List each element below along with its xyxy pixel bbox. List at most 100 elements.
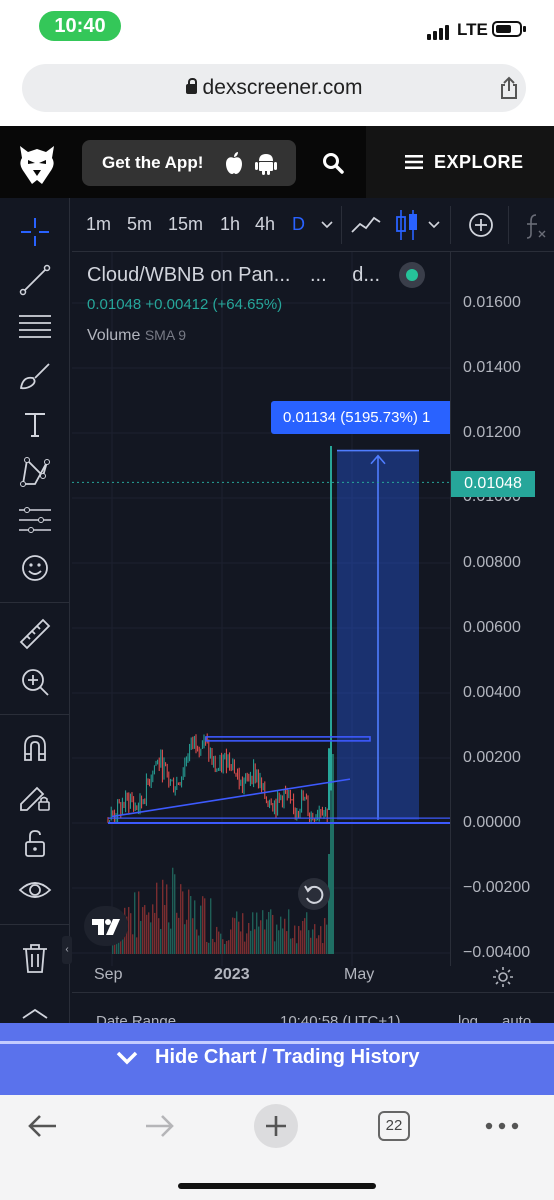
volume-bar bbox=[206, 941, 208, 954]
fib-retracement-icon[interactable] bbox=[17, 308, 53, 344]
magnet-icon[interactable] bbox=[17, 730, 53, 766]
unlock-icon[interactable] bbox=[17, 826, 53, 862]
add-indicator-icon[interactable] bbox=[468, 212, 494, 238]
volume-bar bbox=[138, 891, 140, 954]
tradingview-logo-icon bbox=[92, 919, 120, 935]
lock-icon bbox=[185, 78, 197, 94]
legend-volume[interactable]: Volume SMA 9 bbox=[87, 327, 186, 345]
volume-bar bbox=[326, 924, 328, 954]
toolbar-divider bbox=[0, 602, 70, 603]
eye-icon[interactable] bbox=[17, 872, 53, 908]
crosshair-icon[interactable] bbox=[17, 214, 53, 250]
tabs-button[interactable]: 22 bbox=[378, 1111, 410, 1141]
legend-title[interactable]: Cloud/WBNB on Pan... ... d... bbox=[87, 264, 380, 287]
timeframe-1h[interactable]: 1h bbox=[220, 214, 240, 235]
settings-gear-icon[interactable] bbox=[492, 966, 514, 988]
network-label: LTE bbox=[457, 20, 488, 39]
more-options-icon[interactable] bbox=[485, 1122, 519, 1130]
lock-drawing-icon[interactable] bbox=[17, 778, 53, 814]
back-arrow-icon[interactable] bbox=[26, 1112, 58, 1140]
volume-bar bbox=[304, 918, 306, 954]
trash-icon[interactable] bbox=[17, 940, 53, 976]
price-tick: −0.00200 bbox=[463, 879, 531, 896]
volume-bar bbox=[226, 940, 228, 954]
legend-price-change: 0.01048 +0.00412 (+64.65%) bbox=[87, 296, 283, 313]
volume-bar bbox=[170, 928, 172, 954]
volume-bar bbox=[252, 912, 254, 954]
volume-bar bbox=[242, 913, 244, 954]
chevron-down-icon[interactable] bbox=[321, 220, 333, 230]
tradingview-logo[interactable] bbox=[84, 906, 128, 946]
timeframe-5m[interactable]: 5m bbox=[127, 214, 152, 235]
timeframe-1m[interactable]: 1m bbox=[86, 214, 111, 235]
price-axis[interactable]: 0.016000.014000.012000.010000.008000.006… bbox=[450, 252, 554, 966]
volume-bar bbox=[244, 941, 246, 954]
signal-icon bbox=[427, 22, 451, 40]
resize-handle-line[interactable] bbox=[0, 1041, 554, 1044]
volume-bar bbox=[186, 919, 188, 954]
time-tick: 2023 bbox=[214, 966, 250, 983]
chevron-down-icon[interactable] bbox=[428, 220, 440, 230]
collapse-toolbar-handle[interactable]: ‹ bbox=[62, 936, 72, 964]
volume-bar bbox=[316, 938, 318, 954]
battery-icon bbox=[492, 21, 522, 37]
candlestick-icon[interactable] bbox=[394, 208, 420, 242]
volume-bar bbox=[144, 905, 146, 954]
volume-bar bbox=[192, 918, 194, 954]
time-tick: May bbox=[344, 966, 375, 983]
address-bar[interactable]: dexscreener.com bbox=[22, 64, 526, 112]
text-tool-icon[interactable] bbox=[17, 406, 53, 442]
time-axis[interactable]: Sep 2023 May bbox=[72, 966, 554, 992]
trend-line-icon[interactable] bbox=[17, 262, 53, 298]
timeframe-15m[interactable]: 15m bbox=[168, 214, 203, 235]
apple-icon bbox=[226, 152, 242, 174]
prediction-tool-icon[interactable] bbox=[17, 502, 53, 538]
emoji-icon[interactable] bbox=[17, 550, 53, 586]
legend-timeframe: d... bbox=[352, 264, 381, 286]
volume-bar bbox=[136, 937, 138, 954]
volume-bar bbox=[246, 933, 248, 954]
volume-bar bbox=[154, 912, 156, 954]
eagle-logo-icon[interactable] bbox=[16, 142, 58, 186]
volume-bar bbox=[156, 882, 158, 954]
volume-bar bbox=[306, 912, 308, 954]
price-tick: 0.00600 bbox=[463, 619, 521, 636]
volume-bar bbox=[180, 884, 182, 954]
brush-icon[interactable] bbox=[17, 358, 53, 394]
explore-button[interactable]: EXPLORE bbox=[366, 126, 554, 198]
ruler-icon[interactable] bbox=[17, 616, 53, 652]
volume-bar bbox=[240, 931, 242, 954]
timeframe-d[interactable]: D bbox=[292, 214, 305, 235]
volume-bar bbox=[208, 942, 210, 954]
function-icon[interactable] bbox=[522, 212, 548, 240]
price-tick: 0.00400 bbox=[463, 684, 521, 701]
zoom-in-icon[interactable] bbox=[17, 664, 53, 700]
volume-bar bbox=[282, 928, 284, 954]
volume-bar bbox=[332, 754, 334, 954]
volume-bar bbox=[222, 939, 224, 954]
volume-label: Volume bbox=[87, 327, 141, 344]
volume-bar bbox=[248, 922, 250, 954]
android-icon bbox=[255, 154, 277, 175]
get-app-button[interactable]: Get the App! bbox=[82, 140, 296, 186]
timeframe-4h[interactable]: 4h bbox=[255, 214, 275, 235]
volume-bar bbox=[176, 912, 178, 954]
forward-arrow-icon[interactable] bbox=[144, 1112, 176, 1140]
volume-bar bbox=[162, 879, 164, 954]
url-display[interactable]: dexscreener.com bbox=[22, 76, 526, 100]
share-icon[interactable] bbox=[498, 76, 520, 100]
search-icon[interactable] bbox=[322, 152, 344, 174]
reset-chart-icon[interactable] bbox=[298, 878, 330, 910]
volume-bar bbox=[250, 930, 252, 954]
pattern-tool-icon[interactable] bbox=[17, 454, 53, 490]
line-chart-icon[interactable] bbox=[350, 210, 382, 240]
volume-bar bbox=[236, 911, 238, 954]
chart-footer: Date Range 10:40:58 (UTC+1) log auto bbox=[72, 992, 554, 1030]
volume-bar bbox=[146, 914, 148, 954]
volume-bar bbox=[314, 924, 316, 954]
volume-bar bbox=[274, 941, 276, 954]
price-chart[interactable] bbox=[72, 252, 450, 966]
volume-bar bbox=[164, 905, 166, 954]
volume-bar bbox=[324, 918, 326, 954]
new-tab-button[interactable] bbox=[254, 1104, 298, 1148]
